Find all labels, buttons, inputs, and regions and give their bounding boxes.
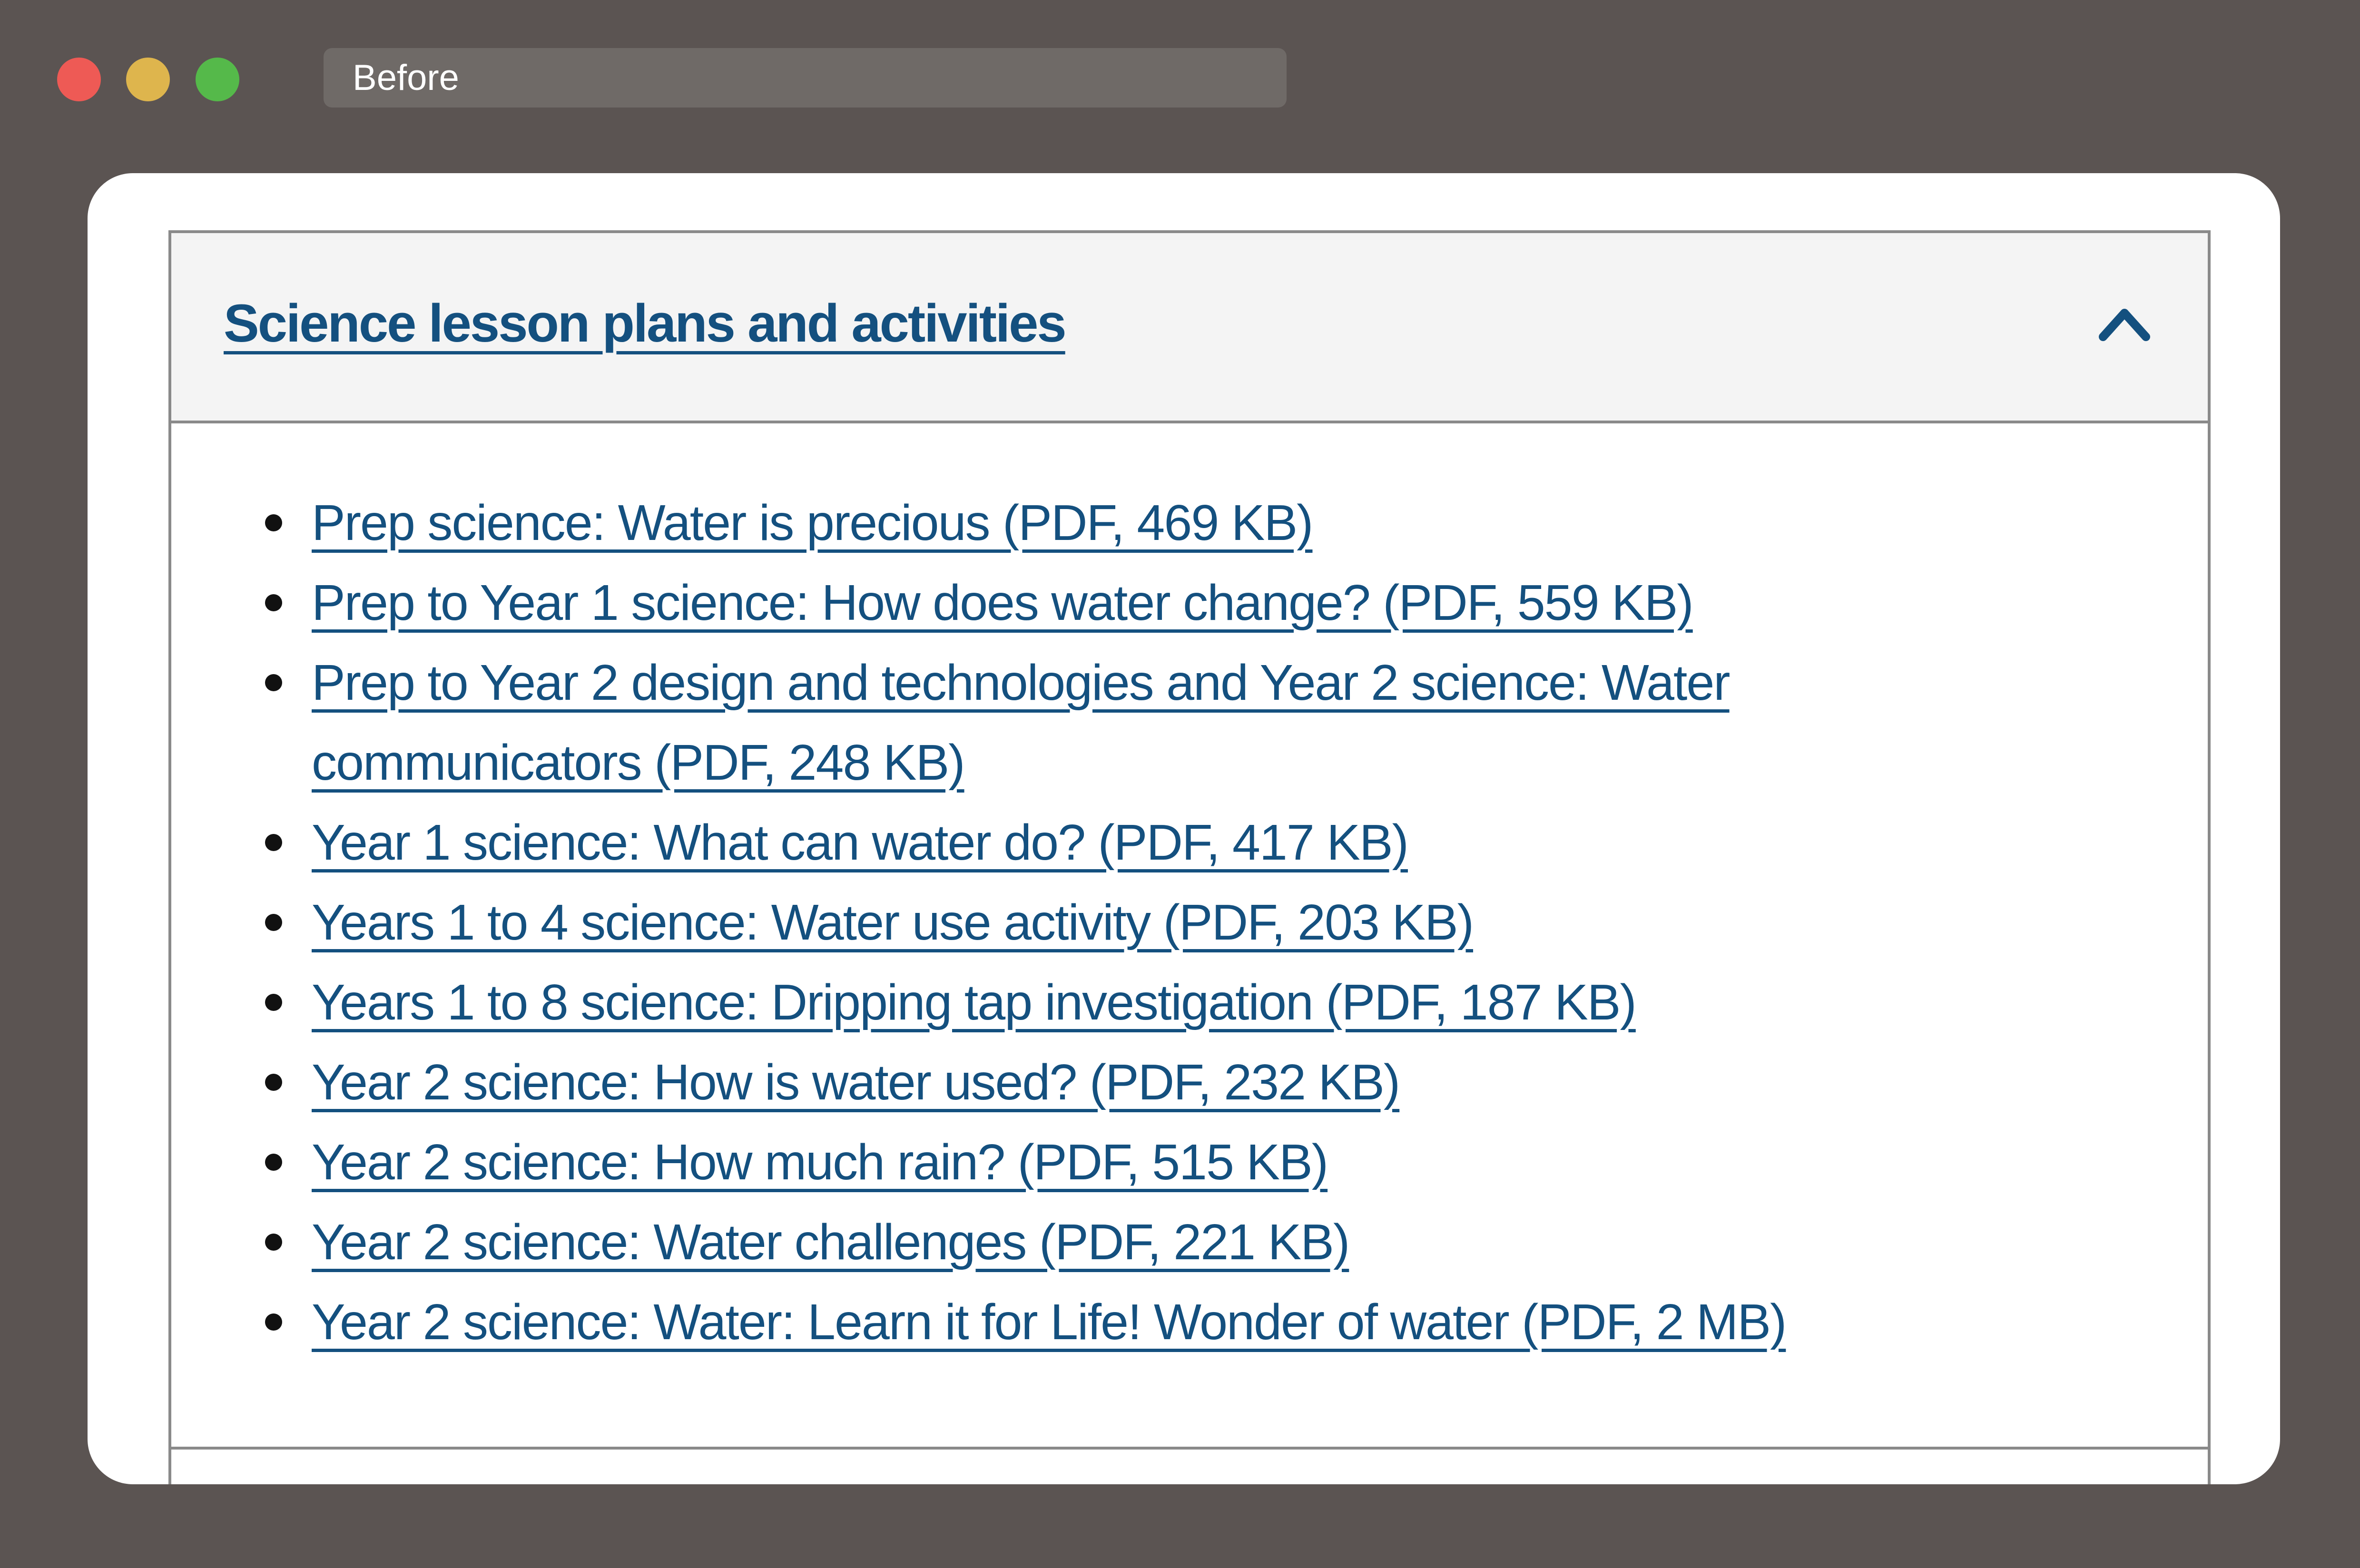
resource-link[interactable]: Years 1 to 4 science: Water use activity…	[312, 894, 1474, 951]
bullet-icon	[265, 914, 282, 931]
list-item: Year 2 science: Water: Learn it for Life…	[265, 1282, 2120, 1362]
bullet-icon	[265, 594, 282, 611]
resource-link[interactable]: Year 1 science: What can water do? (PDF,…	[312, 814, 1409, 871]
bullet-icon	[265, 514, 282, 531]
list-item: Years 1 to 4 science: Water use activity…	[265, 882, 2120, 962]
bullet-icon	[265, 1074, 282, 1091]
bullet-icon	[265, 1234, 282, 1251]
resource-link[interactable]: Prep to Year 1 science: How does water c…	[312, 575, 1694, 631]
list-item: Years 1 to 8 science: Dripping tap inves…	[265, 962, 2120, 1042]
list-item: Prep to Year 2 design and technologies a…	[265, 643, 2120, 803]
resource-link[interactable]: Year 2 science: How is water used? (PDF,…	[312, 1054, 1400, 1110]
accordion-header[interactable]: Science lesson plans and activities	[171, 233, 2208, 423]
bullet-icon	[265, 994, 282, 1011]
list-item: Year 2 science: How is water used? (PDF,…	[265, 1042, 2120, 1122]
list-item: Prep to Year 1 science: How does water c…	[265, 563, 2120, 643]
accordion-body: Prep science: Water is precious (PDF, 46…	[171, 423, 2208, 1450]
list-item: Year 2 science: Water challenges (PDF, 2…	[265, 1202, 2120, 1282]
bullet-icon	[265, 1154, 282, 1171]
list-item: Year 1 science: What can water do? (PDF,…	[265, 803, 2120, 882]
accordion-title[interactable]: Science lesson plans and activities	[224, 293, 1067, 354]
resource-link[interactable]: Years 1 to 8 science: Dripping tap inves…	[312, 974, 1637, 1030]
resource-link[interactable]: Year 2 science: Water: Learn it for Life…	[312, 1294, 1787, 1350]
bullet-icon	[265, 1313, 282, 1331]
browser-content: Science lesson plans and activities Prep…	[88, 173, 2280, 1484]
zoom-window-button[interactable]	[196, 58, 239, 101]
resource-link[interactable]: Year 2 science: Water challenges (PDF, 2…	[312, 1214, 1350, 1270]
resource-link[interactable]: Prep to Year 2 design and technologies a…	[312, 643, 1977, 803]
bullet-icon	[265, 674, 282, 691]
list-item: Prep science: Water is precious (PDF, 46…	[265, 483, 2120, 563]
resource-list: Prep science: Water is precious (PDF, 46…	[265, 483, 2120, 1362]
bullet-icon	[265, 834, 282, 851]
chevron-up-icon[interactable]	[2098, 304, 2151, 343]
window-tab-title[interactable]: Before	[324, 48, 1287, 108]
accordion: Science lesson plans and activities Prep…	[168, 230, 2211, 1484]
list-item: Year 2 science: How much rain? (PDF, 515…	[265, 1122, 2120, 1202]
minimize-window-button[interactable]	[126, 58, 170, 101]
close-window-button[interactable]	[57, 58, 101, 101]
resource-link[interactable]: Prep science: Water is precious (PDF, 46…	[312, 495, 1313, 551]
resource-link[interactable]: Year 2 science: How much rain? (PDF, 515…	[312, 1134, 1328, 1190]
